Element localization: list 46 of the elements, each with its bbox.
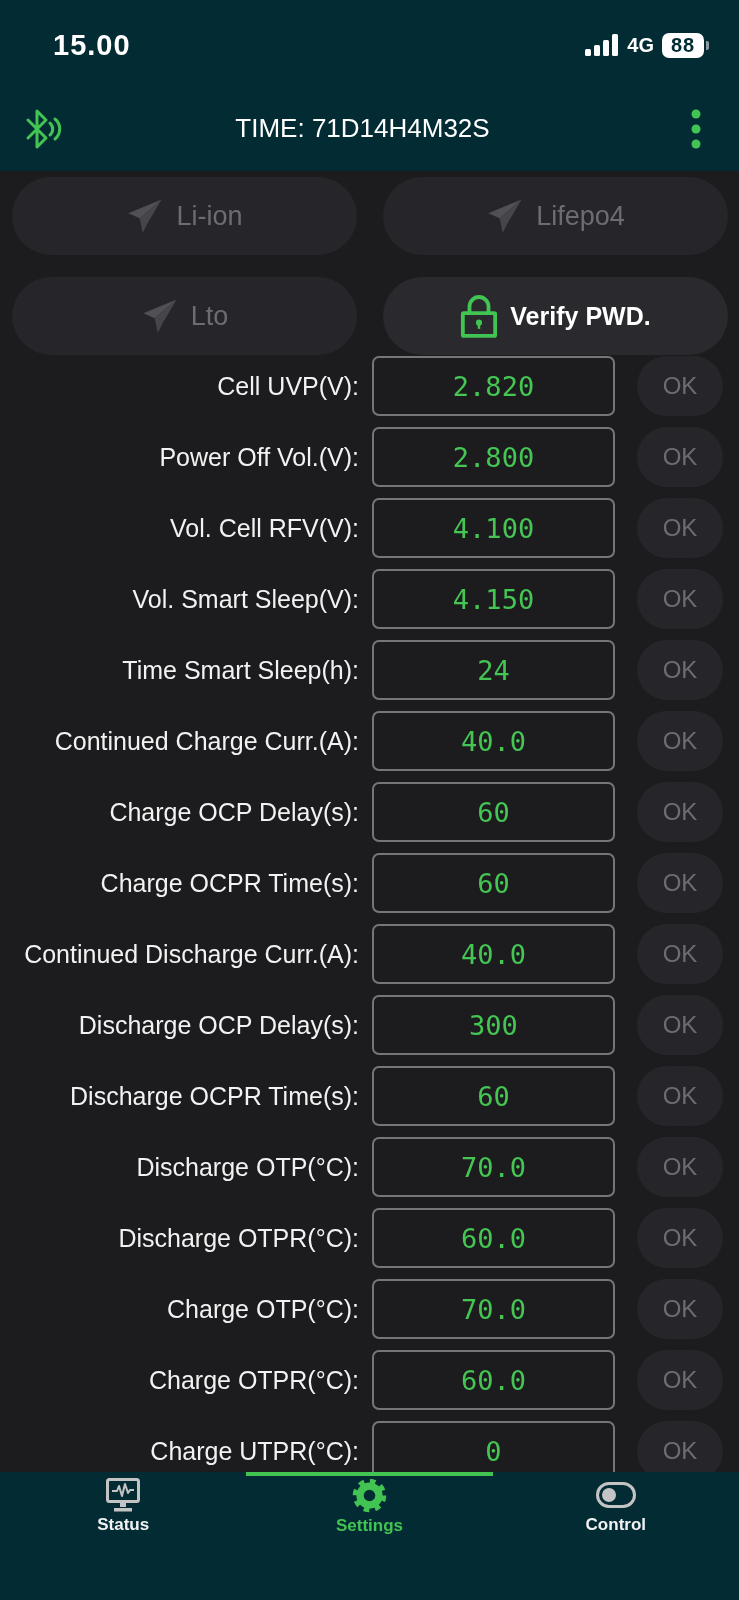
parameter-label: Cell UVP(V):: [217, 371, 359, 401]
parameter-label: Vol. Smart Sleep(V):: [132, 584, 359, 614]
parameter-label: Vol. Cell RFV(V):: [170, 513, 359, 543]
value-field[interactable]: 4.100: [372, 498, 615, 558]
signal-icon: [585, 34, 620, 56]
nav-tab[interactable]: Status: [0, 1472, 247, 1540]
parameter-label: Charge OTP(°C):: [167, 1294, 359, 1324]
value-field[interactable]: 2.820: [372, 356, 615, 416]
bluetooth-signal-icon[interactable]: [24, 107, 62, 150]
network-label: 4G: [627, 33, 654, 57]
nav-tab[interactable]: Settings: [246, 1472, 493, 1541]
value-field[interactable]: 300: [372, 995, 615, 1055]
toggle-switch-icon: [595, 1482, 636, 1508]
battery-indicator: 88: [662, 32, 709, 58]
header-title: TIME: 71D14H4M32S: [235, 113, 490, 144]
value-field[interactable]: 70.0: [372, 1279, 615, 1339]
value-field[interactable]: 60: [372, 853, 615, 913]
value-field[interactable]: 60: [372, 782, 615, 842]
parameter-label: Continued Charge Curr.(A):: [54, 726, 359, 756]
parameter-label: Discharge OCPR Time(s):: [70, 1081, 359, 1111]
value-field[interactable]: 40.0: [372, 924, 615, 984]
parameter-label: Continued Discharge Curr.(A):: [24, 939, 359, 969]
value-field[interactable]: 40.0: [372, 711, 615, 771]
value-field[interactable]: 24: [372, 640, 615, 700]
verify-password-button[interactable]: Verify PWD.: [383, 277, 728, 355]
value-field[interactable]: 60: [372, 1066, 615, 1126]
parameter-label: Discharge OTP(°C):: [136, 1152, 359, 1182]
parameter-label: Charge UTPR(°C):: [150, 1436, 359, 1466]
lock-icon: [460, 294, 499, 338]
parameter-label: Charge OCPR Time(s):: [100, 868, 359, 898]
value-field[interactable]: 4.150: [372, 569, 615, 629]
value-field[interactable]: 60.0: [372, 1350, 615, 1410]
monitor-pulse-icon: [106, 1478, 141, 1512]
parameter-label: Charge OCP Delay(s):: [109, 797, 359, 827]
settings-gear-icon: [352, 1478, 387, 1513]
parameter-label: Discharge OTPR(°C):: [118, 1223, 359, 1253]
parameter-label: Power Off Vol.(V):: [159, 442, 359, 472]
value-field[interactable]: 70.0: [372, 1137, 615, 1197]
parameter-label: Charge OTPR(°C):: [148, 1365, 359, 1395]
value-field[interactable]: 2.800: [372, 427, 615, 487]
nav-tab[interactable]: Control: [492, 1472, 739, 1540]
parameter-label: Discharge OCP Delay(s):: [78, 1010, 359, 1040]
value-field[interactable]: 60.0: [372, 1208, 615, 1268]
more-menu-icon[interactable]: [691, 108, 701, 149]
clock-time: 15.00: [53, 28, 131, 62]
parameter-label: Time Smart Sleep(h):: [122, 655, 359, 685]
